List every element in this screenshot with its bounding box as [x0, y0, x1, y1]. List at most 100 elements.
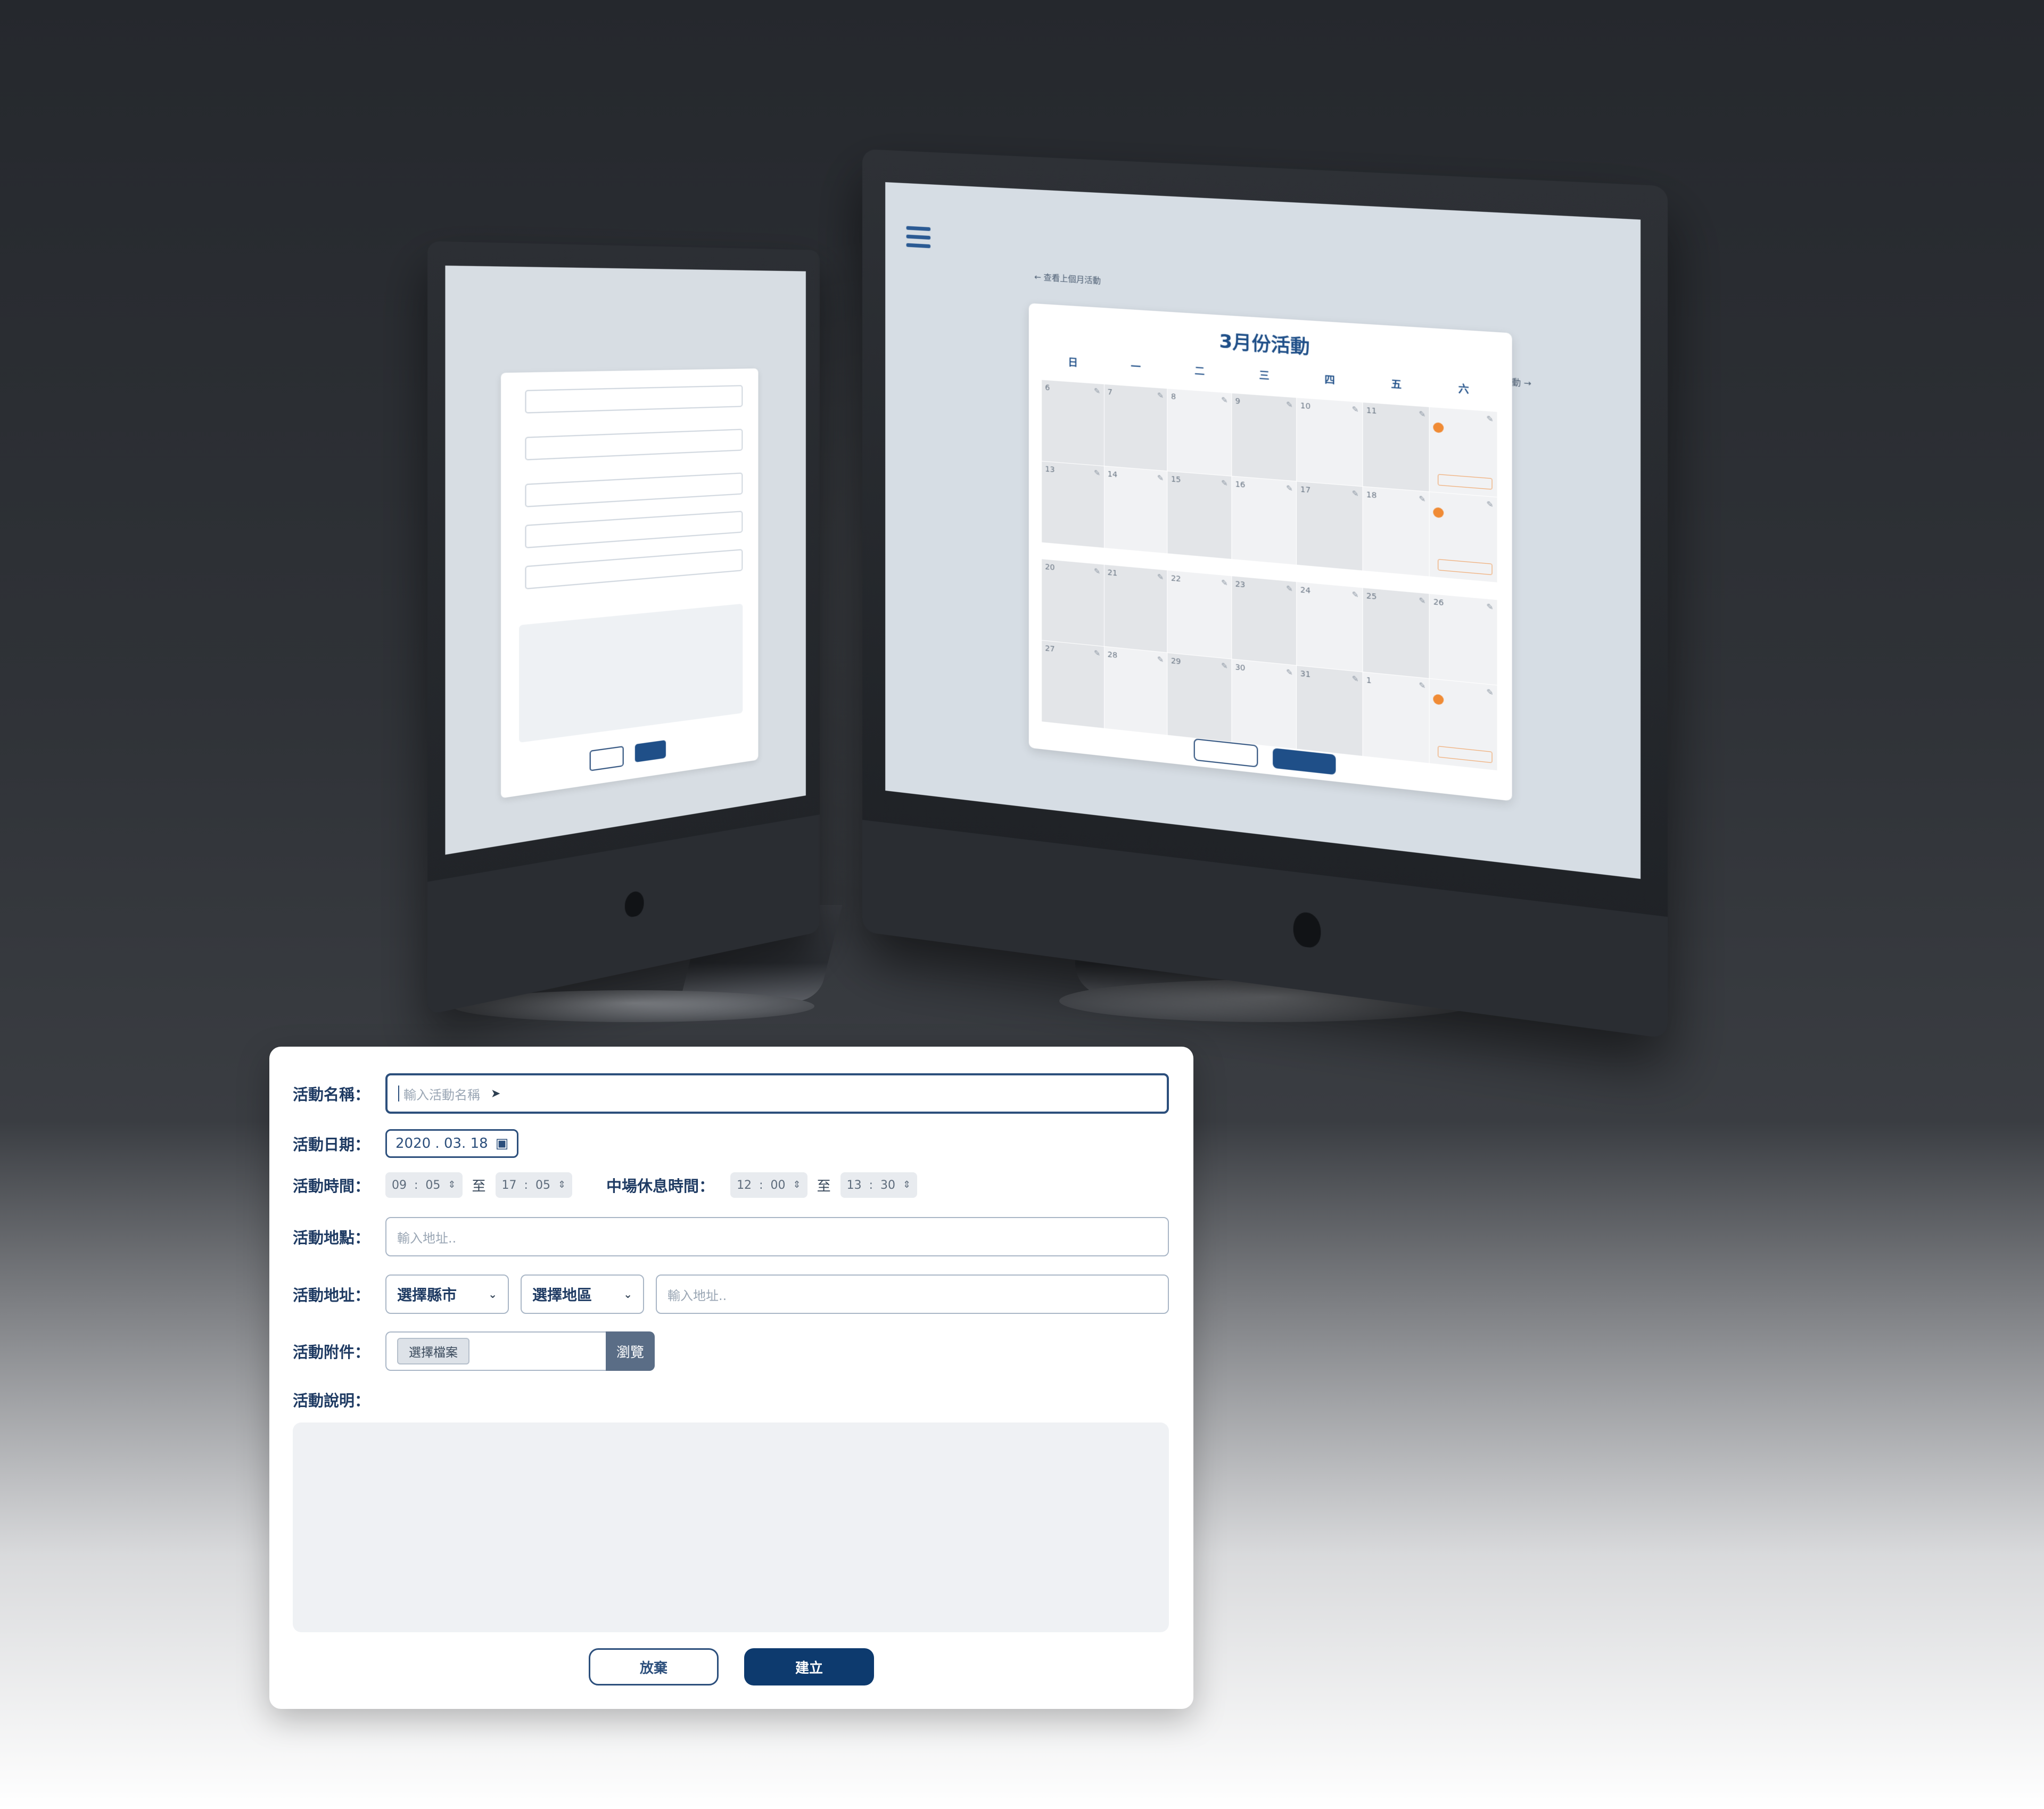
event-description-textarea[interactable] — [293, 1422, 1169, 1632]
stepper-icon[interactable]: ⇕ — [448, 1180, 456, 1190]
end-time-picker[interactable]: 17 : 05 ⇕ — [495, 1172, 573, 1198]
address-input[interactable]: 輸入地址.. — [656, 1274, 1169, 1314]
break-end-hour: 13 — [846, 1178, 862, 1192]
mini-textarea — [519, 603, 743, 743]
day-number: 8 — [1171, 392, 1176, 402]
monitor-scene: ← 查看上個月活動 查看下個月活動 → 3月份活動 日 一 二 三 四 五 六 … — [0, 0, 2044, 1065]
file-upload: 選擇檔案 瀏覽 — [385, 1331, 655, 1371]
edit-icon: ✎ — [1419, 596, 1426, 606]
break-end-minute: 30 — [880, 1178, 896, 1192]
mini-discard-button — [589, 745, 624, 771]
event-place-input[interactable]: 輸入地址.. — [385, 1217, 1169, 1256]
edit-icon: ✎ — [1221, 479, 1228, 489]
edit-icon: ✎ — [1094, 649, 1101, 659]
event-dot — [1433, 507, 1444, 519]
break-start-hour: 12 — [737, 1178, 752, 1192]
browse-button[interactable]: 瀏覽 — [606, 1331, 655, 1371]
day-number: 6 — [1045, 383, 1050, 393]
stepper-icon[interactable]: ⇕ — [793, 1180, 801, 1190]
calendar-day: 23 ✎ — [1232, 576, 1297, 666]
to-label: 至 — [472, 1178, 486, 1195]
city-select[interactable]: 選擇縣市 ⌄ — [385, 1274, 509, 1314]
edit-icon: ✎ — [1486, 602, 1494, 612]
day-number: 26 — [1433, 597, 1444, 608]
district-select[interactable]: 選擇地區 ⌄ — [521, 1274, 644, 1314]
mini-field — [525, 511, 743, 549]
big-monitor: ← 查看上個月活動 查看下個月活動 → 3月份活動 日 一 二 三 四 五 六 … — [862, 149, 1668, 1039]
weekday-label: 一 — [1131, 361, 1141, 373]
calendar-day: 24 ✎ — [1297, 582, 1363, 672]
calendar-icon[interactable]: ▣ — [496, 1136, 509, 1152]
calendar-day: 7 ✎ — [1104, 384, 1168, 472]
calendar-day: 31 ✎ — [1297, 665, 1363, 757]
day-number: 11 — [1366, 406, 1377, 416]
event-name-label: 活動名稱： — [293, 1086, 370, 1104]
small-monitor-screen — [445, 265, 806, 855]
calendar-day: 13 ✎ — [1042, 461, 1105, 548]
day-number: 23 — [1235, 580, 1246, 590]
weekday-label: 五 — [1391, 379, 1402, 391]
day-number: 9 — [1235, 397, 1240, 406]
day-number: 21 — [1107, 568, 1118, 578]
edit-icon: ✎ — [1419, 495, 1426, 505]
edit-icon: ✎ — [1419, 409, 1426, 420]
mini-create-button — [634, 740, 666, 763]
calendar-day: 9 ✎ — [1232, 393, 1297, 482]
day-number: 20 — [1045, 562, 1055, 572]
edit-icon: ✎ — [1157, 572, 1164, 582]
edit-icon: ✎ — [1486, 500, 1494, 510]
event-address-label: 活動地址： — [293, 1286, 370, 1304]
mini-field — [525, 385, 743, 414]
calendar-day: 30 ✎ — [1232, 659, 1297, 750]
calendar-day: 20 ✎ — [1042, 559, 1105, 647]
weekday-label: 六 — [1458, 383, 1469, 396]
row-event-date: 活動日期： 2020 . 03. 18 ▣ — [293, 1129, 1169, 1158]
day-number: 22 — [1171, 574, 1181, 584]
calendar-day: 21 ✎ — [1104, 564, 1168, 653]
edit-icon: ✎ — [1221, 578, 1228, 588]
break-start-time-picker[interactable]: 12 : 00 ⇕ — [730, 1172, 807, 1198]
stepper-icon[interactable]: ⇕ — [558, 1180, 566, 1190]
time-separator: : — [759, 1178, 763, 1192]
event-date-value: 2020 . 03. 18 — [395, 1136, 488, 1152]
address-placeholder: 輸入地址.. — [667, 1288, 727, 1303]
event-place-label: 活動地點： — [293, 1229, 370, 1247]
text-caret — [398, 1086, 399, 1101]
prev-month-link: ← 查看上個月活動 — [1034, 272, 1101, 286]
chevron-down-icon: ⌄ — [623, 1288, 632, 1301]
start-minute: 05 — [425, 1178, 441, 1192]
discard-button[interactable]: 放棄 — [589, 1648, 719, 1685]
hamburger-menu-icon — [906, 226, 931, 253]
calendar-day: 25 ✎ — [1363, 588, 1430, 679]
chevron-down-icon: ⌄ — [488, 1288, 497, 1301]
calendar-day: 8 ✎ — [1167, 389, 1232, 476]
start-time-picker[interactable]: 09 : 05 ⇕ — [385, 1172, 463, 1198]
file-input[interactable]: 選擇檔案 — [385, 1331, 606, 1371]
district-select-value: 選擇地區 — [532, 1286, 592, 1304]
event-date-picker[interactable]: 2020 . 03. 18 ▣ — [385, 1129, 519, 1158]
break-end-time-picker[interactable]: 13 : 30 ⇕ — [840, 1172, 918, 1198]
stepper-icon[interactable]: ⇕ — [903, 1180, 911, 1190]
time-separator: : — [869, 1178, 873, 1192]
edit-icon: ✎ — [1286, 400, 1293, 410]
edit-icon: ✎ — [1486, 688, 1494, 698]
day-number: 29 — [1171, 656, 1181, 667]
event-place-placeholder: 輸入地址.. — [397, 1230, 457, 1246]
row-event-name: 活動名稱： 輸入活動名稱 ➤ — [293, 1073, 1169, 1114]
edit-icon: ✎ — [1286, 668, 1293, 678]
edit-icon: ✎ — [1486, 414, 1494, 424]
mini-field — [525, 549, 743, 590]
day-number: 14 — [1107, 470, 1118, 480]
calendar-day: 16 ✎ — [1232, 476, 1297, 565]
city-select-value: 選擇縣市 — [397, 1286, 457, 1304]
choose-file-button[interactable]: 選擇檔案 — [397, 1338, 469, 1364]
end-minute: 05 — [535, 1178, 550, 1192]
edit-icon: ✎ — [1094, 567, 1101, 577]
day-number: 25 — [1366, 591, 1377, 602]
event-name-input[interactable]: 輸入活動名稱 ➤ — [385, 1073, 1169, 1114]
day-number: 30 — [1235, 663, 1246, 673]
calendar-day: ✎ — [1430, 492, 1498, 583]
weekday-label: 三 — [1259, 369, 1270, 382]
edit-icon: ✎ — [1352, 590, 1359, 600]
create-button[interactable]: 建立 — [744, 1648, 874, 1685]
